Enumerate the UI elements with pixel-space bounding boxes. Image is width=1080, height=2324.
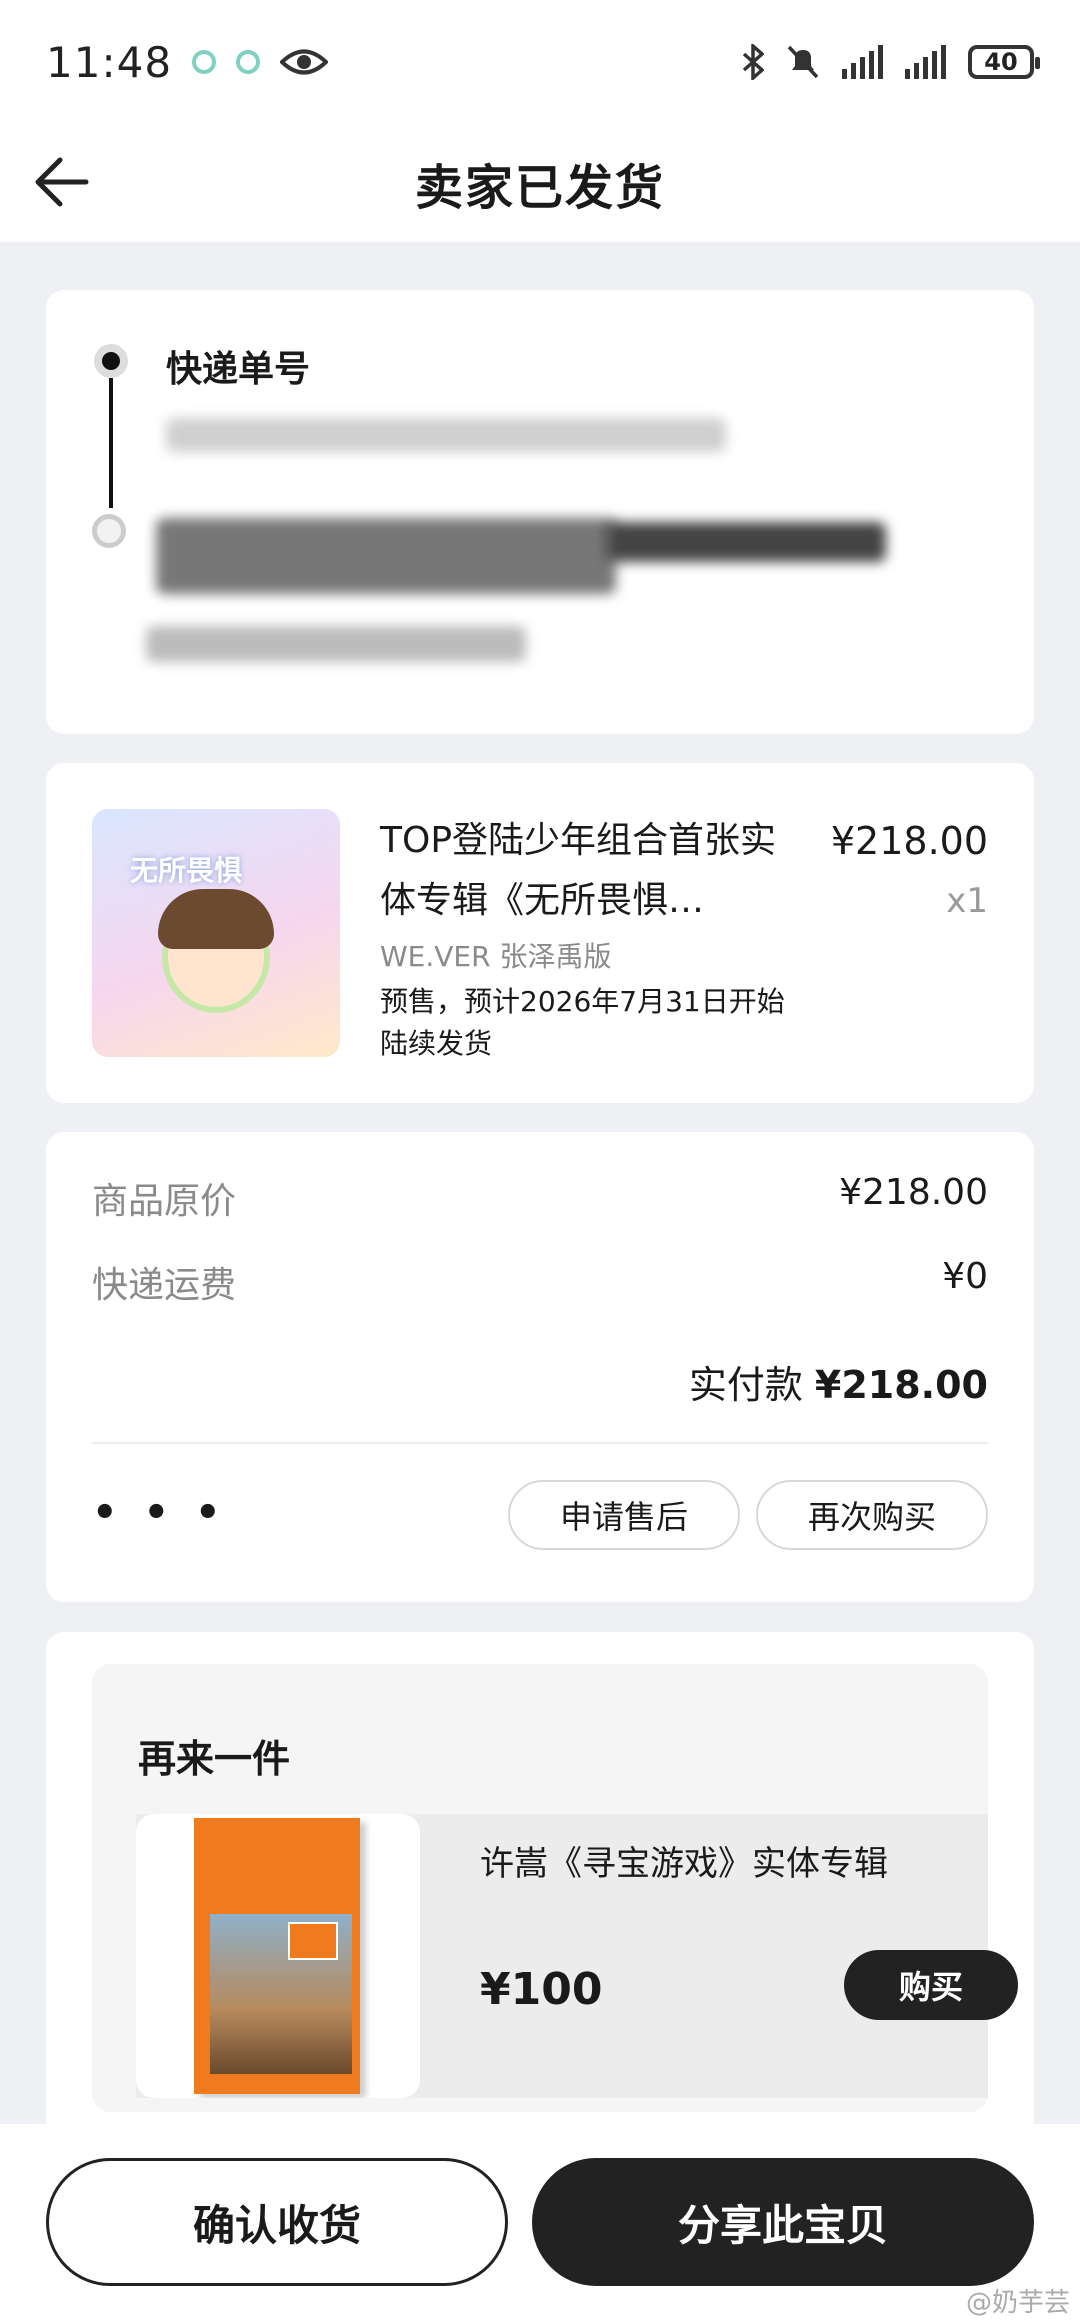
address-blurred-line2 [146, 626, 526, 662]
eye-icon [280, 49, 329, 75]
original-price-value: ¥218.00 [839, 1172, 988, 1213]
status-bar: 11:48 40 [0, 0, 1080, 124]
recommend-inner: 再来一件 许嵩《寻宝游戏》实体专辑 ¥100 购买 [92, 1664, 1018, 2112]
app-notification-icon-2 [236, 50, 261, 74]
paid-label: 实付款 [688, 1363, 803, 1407]
logistics-card[interactable]: 快递单号 [46, 290, 1034, 734]
after-sale-button[interactable]: 申请售后 [508, 1480, 740, 1550]
shipping-label: 快递运费 [92, 1265, 237, 1306]
status-left: 11:48 [46, 37, 329, 87]
recommend-title: 再来一件 [138, 1737, 291, 1781]
timeline-line [109, 378, 113, 508]
product-spec: WE.VER 张泽禹版 [380, 940, 612, 973]
product-quantity: x1 [946, 881, 988, 921]
recommend-item-price: ¥100 [480, 1964, 603, 2015]
app-root: 11:48 40 卖家已发货 快递单号 无所畏惧 TOP登陆少年组合首张实体专辑… [0, 0, 1080, 2324]
status-time: 11:48 [46, 37, 173, 87]
thumbnail-logo-text: 无所畏惧 [130, 854, 243, 887]
page-title: 卖家已发货 [414, 160, 665, 216]
product-thumbnail[interactable]: 无所畏惧 [92, 809, 340, 1057]
buy-button[interactable]: 购买 [844, 1950, 1018, 2020]
address-blurred-line1 [156, 518, 616, 594]
recommend-item-thumbnail[interactable] [136, 1814, 420, 2098]
album-sign [288, 1922, 338, 1960]
recommend-item-name[interactable]: 许嵩《寻宝游戏》实体专辑 [480, 1836, 888, 1885]
share-item-button[interactable]: 分享此宝贝 [532, 2158, 1034, 2286]
paid-value: ¥218.00 [814, 1363, 988, 1407]
product-price: ¥218.00 [830, 819, 988, 863]
back-arrow-icon[interactable] [30, 150, 94, 214]
bottom-action-bar: 确认收货 分享此宝贝 [0, 2124, 1080, 2324]
divider [92, 1442, 988, 1444]
status-right: 40 [742, 44, 1040, 80]
mute-bell-icon [787, 45, 819, 79]
signal-strength-icon [842, 45, 883, 79]
original-price-row: 商品原价 ¥218.00 [92, 1172, 988, 1224]
shipping-value: ¥0 [942, 1256, 988, 1297]
original-price-label: 商品原价 [92, 1181, 237, 1222]
order-summary-card: 商品原价 ¥218.00 快递运费 ¥0 实付款 ¥218.00 • • • 申请… [46, 1132, 1034, 1602]
character-hair [158, 889, 274, 949]
app-notification-icon [192, 50, 217, 74]
shipping-row: 快递运费 ¥0 [92, 1256, 988, 1308]
total-paid-row: 实付款 ¥218.00 [689, 1354, 988, 1409]
signal-strength-icon-2 [905, 45, 946, 79]
page-header: 卖家已发货 [0, 124, 1080, 242]
battery-icon: 40 [968, 45, 1040, 79]
product-card[interactable]: 无所畏惧 TOP登陆少年组合首张实体专辑《无所畏惧… ¥218.00 x1 WE… [46, 763, 1034, 1103]
address-blurred-line1b [606, 522, 886, 562]
bluetooth-icon [742, 44, 764, 80]
watermark-text: @奶芋芸 [965, 2288, 1070, 2318]
tracking-number-title: 快递单号 [166, 349, 311, 390]
recommend-item[interactable]: 许嵩《寻宝游戏》实体专辑 ¥100 购买 [136, 1814, 1018, 2098]
timeline-address-dot [92, 514, 126, 548]
buy-again-button[interactable]: 再次购买 [756, 1480, 988, 1550]
presale-note: 预售，预计2026年7月31日开始陆续发货 [380, 985, 785, 1060]
product-name[interactable]: TOP登陆少年组合首张实体专辑《无所畏惧… [380, 811, 780, 931]
album-cover [194, 1818, 360, 2094]
more-options-button[interactable]: • • • [92, 1490, 227, 1536]
timeline-current-dot [94, 344, 128, 378]
confirm-receipt-button[interactable]: 确认收货 [46, 2158, 508, 2286]
tracking-number-blurred[interactable] [166, 418, 726, 452]
